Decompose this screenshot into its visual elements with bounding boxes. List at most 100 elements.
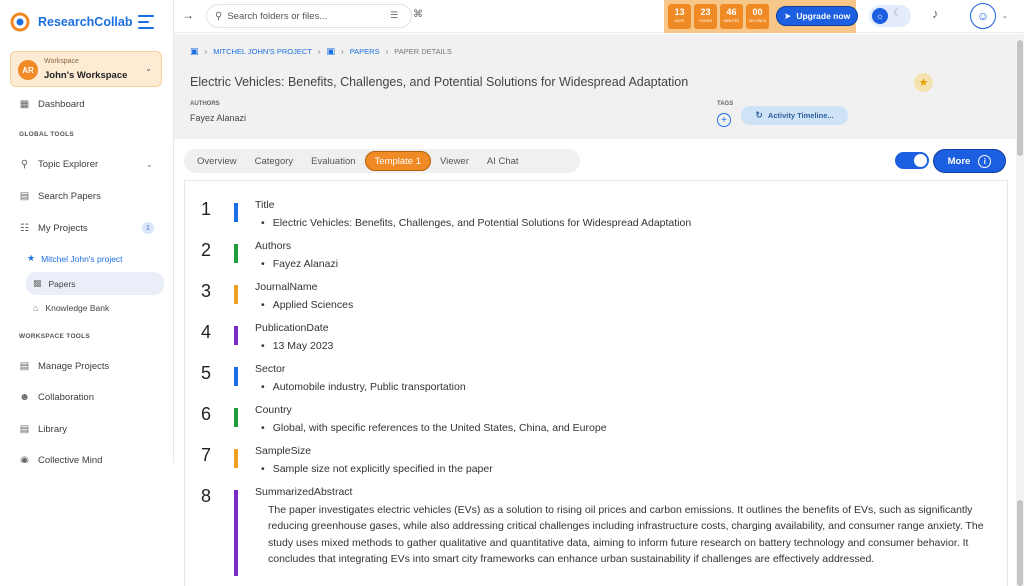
menu-toggle-icon[interactable] — [138, 15, 154, 29]
top-bar: → ⚲ Search folders or files... ☰ ⌘ 13 DA… — [174, 0, 1024, 33]
field-label: PublicationDate — [255, 322, 329, 334]
field-color-bar — [234, 326, 238, 345]
sidebar-item-topic-explorer[interactable]: ⚲ Topic Explorer — [19, 159, 98, 170]
sidebar-item-collective-mind[interactable]: ◉ Collective Mind — [19, 455, 102, 463]
star-icon[interactable]: ★ — [914, 73, 933, 92]
field-color-bar — [234, 244, 238, 263]
sidebar-item-library[interactable]: ▤ Library — [19, 424, 67, 435]
field-label: SummarizedAbstract — [255, 486, 353, 498]
sidebar-item-label: Collective Mind — [38, 455, 103, 463]
field-number: 5 — [201, 363, 212, 383]
template-content: 1 Title • Electric Vehicles: Benefits, Ch… — [184, 180, 1008, 586]
view-toggle[interactable] — [895, 152, 929, 169]
field-number: 6 — [201, 404, 212, 424]
workspace-switcher[interactable]: AR Workspace John's Workspace ⌄ — [10, 51, 162, 87]
theme-toggle[interactable]: ☼ ☾ — [869, 5, 911, 27]
more-button[interactable]: More i — [933, 149, 1006, 173]
field-color-bar — [234, 367, 238, 386]
field-number: 8 — [201, 486, 212, 506]
tab-ai-chat[interactable]: AI Chat — [478, 151, 528, 171]
chevron-down-icon: ⌄ — [145, 64, 152, 73]
chevron-right-icon: › — [385, 47, 389, 56]
papers-icon: ▩ — [33, 278, 42, 288]
chevron-right-icon: › — [317, 47, 321, 56]
tags-label: TAGS — [717, 101, 734, 107]
sidebar-item-label: Library — [38, 424, 68, 435]
chevron-down-icon[interactable]: ⌄ — [146, 160, 153, 169]
field-number: 1 — [201, 199, 212, 219]
library-icon: ▤ — [19, 424, 30, 435]
tab-category[interactable]: Category — [246, 151, 303, 171]
arrow-right-icon[interactable]: → — [182, 8, 194, 22]
field-label: Country — [255, 404, 292, 416]
moon-icon: ☾ — [893, 8, 902, 19]
field-value: • Electric Vehicles: Benefits, Challenges… — [261, 217, 692, 229]
sidebar-item-manage-projects[interactable]: ▤ Manage Projects — [19, 361, 110, 372]
chevron-down-icon[interactable]: ⌄ — [1002, 12, 1008, 20]
sidebar-item-search-papers[interactable]: ▤ Search Papers — [19, 191, 101, 202]
countdown-hours: 23 HOURS — [694, 4, 717, 29]
tab-bar: Overview Category Evaluation Template 1 … — [184, 149, 580, 173]
search-icon: ⚲ — [215, 10, 223, 22]
history-icon: ↻ — [755, 110, 763, 120]
bank-icon: ⌂ — [33, 302, 39, 313]
activity-timeline-button[interactable]: ↻ Activity Timeline... — [741, 106, 848, 125]
timeline-label: Activity Timeline... — [767, 111, 834, 120]
field-value: • 13 May 2023 — [261, 340, 334, 352]
filter-icon[interactable]: ☰ — [390, 10, 398, 21]
sidebar-item-project[interactable]: ★ Mitchel John's project — [27, 253, 123, 264]
projects-count-badge: 1 — [142, 222, 154, 234]
countdown-minutes: 46 MINUTES — [720, 4, 743, 29]
field-color-bar — [234, 490, 238, 576]
tab-overview[interactable]: Overview — [188, 151, 246, 171]
field-color-bar — [234, 203, 238, 222]
field-number: 7 — [201, 445, 212, 465]
countdown-seconds: 00 SECONDS — [746, 4, 769, 29]
info-icon: i — [978, 154, 992, 168]
bell-icon[interactable]: ♪ — [932, 6, 939, 21]
sidebar-item-papers[interactable]: ▩ Papers — [26, 272, 164, 295]
sun-icon: ☼ — [872, 8, 888, 24]
workspace-label: Workspace — [44, 58, 79, 65]
manage-icon: ▤ — [19, 361, 30, 372]
authors-value: Fayez Alanazi — [190, 113, 247, 123]
brain-icon: ◉ — [20, 455, 29, 463]
upgrade-button[interactable]: ➤ Upgrade now — [776, 6, 858, 26]
breadcrumb-papers[interactable]: PAPERS — [350, 47, 380, 56]
field-value: • Automobile industry, Public transportat… — [261, 381, 466, 393]
section-label-global-tools: GLOBAL TOOLS — [19, 131, 74, 138]
project-name: Mitchel John's project — [41, 253, 123, 264]
folder-icon: ▣ — [190, 46, 199, 56]
projects-icon: ☷ — [20, 223, 29, 234]
sidebar-item-label: Papers — [48, 278, 76, 289]
more-label: More — [947, 155, 971, 167]
sidebar-item-label: My Projects — [38, 223, 88, 234]
field-number: 2 — [201, 240, 212, 260]
user-avatar-icon[interactable]: ☺ — [970, 3, 996, 29]
tab-viewer[interactable]: Viewer — [431, 151, 478, 171]
sidebar-item-collaboration[interactable]: ☻ Collaboration — [19, 392, 94, 403]
field-number: 4 — [201, 322, 212, 342]
upgrade-label: Upgrade now — [796, 11, 851, 21]
sidebar-item-label: Manage Projects — [38, 361, 110, 372]
tab-template-1[interactable]: Template 1 — [364, 151, 432, 171]
tab-evaluation[interactable]: Evaluation — [302, 151, 364, 171]
brand[interactable]: ResearchCollab — [10, 12, 132, 32]
sidebar-item-knowledge-bank[interactable]: ⌂ Knowledge Bank — [26, 296, 164, 319]
search-input[interactable]: ⚲ Search folders or files... ☰ ⌘ — [206, 4, 423, 28]
scroll-thumb[interactable] — [1017, 40, 1023, 156]
field-label: Sector — [255, 363, 286, 375]
sidebar-item-dashboard[interactable]: ▦ Dashboard — [19, 99, 85, 110]
breadcrumb-project[interactable]: MITCHEL JOHN'S PROJECT — [213, 47, 312, 56]
sidebar: ResearchCollab AR Workspace John's Works… — [0, 0, 174, 463]
scroll-thumb[interactable] — [1017, 500, 1023, 586]
lightbulb-icon: ⚲ — [20, 159, 29, 170]
sidebar-item-label: Topic Explorer — [38, 159, 99, 170]
sidebar-item-my-projects[interactable]: ☷ My Projects — [19, 223, 88, 234]
rocket-icon: ➤ — [783, 10, 792, 21]
sidebar-item-label: Collaboration — [38, 392, 94, 403]
add-tag-button[interactable]: + — [717, 113, 731, 127]
section-label-workspace-tools: WORKSPACE TOOLS — [19, 333, 91, 340]
field-label: SampleSize — [255, 445, 312, 457]
field-value: • Sample size not explicitly specified in… — [261, 463, 493, 475]
